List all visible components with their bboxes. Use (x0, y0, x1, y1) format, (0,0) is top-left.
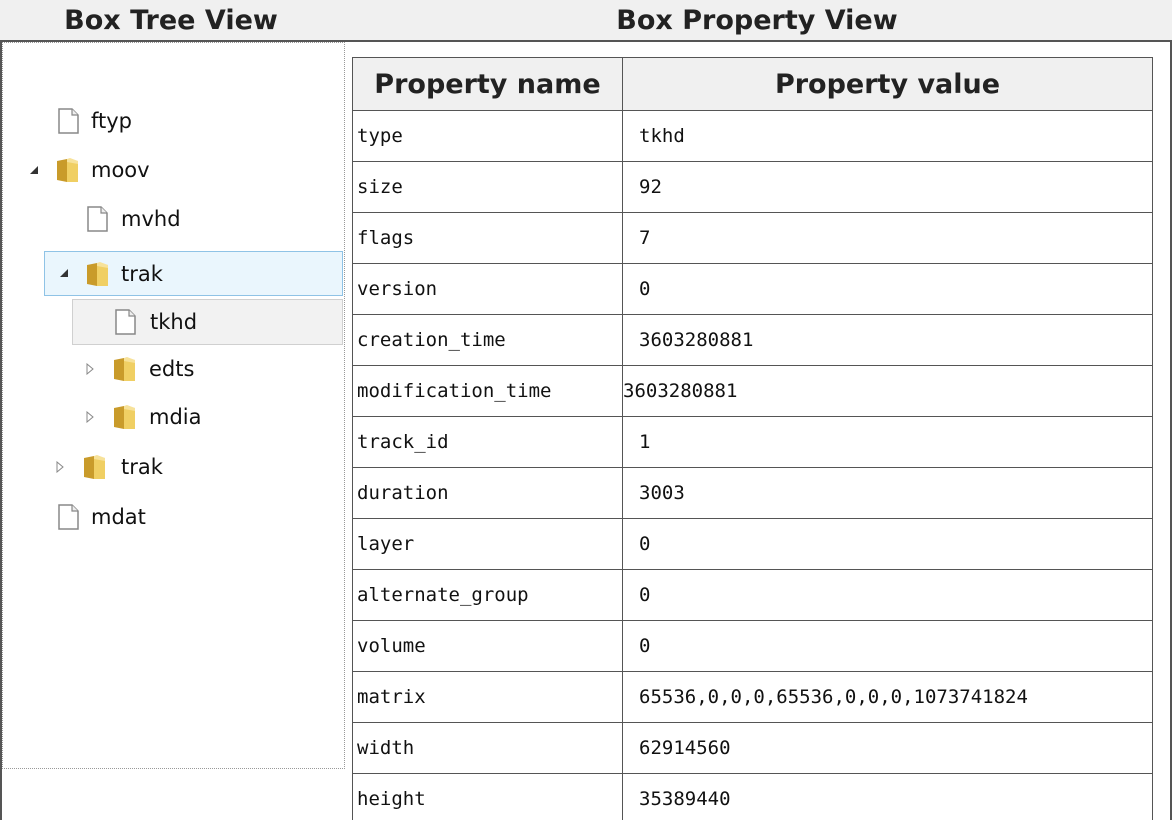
property-name-cell: layer (352, 518, 623, 570)
table-row[interactable]: size 92 (352, 161, 1153, 213)
collapsed-triangle-icon[interactable] (53, 460, 67, 474)
property-value-cell: 0 (622, 518, 1153, 570)
property-value-cell: tkhd (622, 110, 1153, 162)
table-row[interactable]: creation_time 3603280881 (352, 314, 1153, 366)
tree-item-label: trak (121, 261, 163, 286)
file-icon (54, 502, 82, 532)
tree-item-mdat[interactable]: mdat (3, 493, 343, 541)
tree-item-label: mvhd (121, 207, 181, 231)
table-row[interactable]: type tkhd (352, 110, 1153, 162)
box-property-view-title: Box Property View (616, 4, 898, 36)
expanded-triangle-icon[interactable] (27, 163, 41, 177)
property-value-cell: 65536,0,0,0,65536,0,0,0,1073741824 (622, 671, 1153, 723)
property-name-cell: size (352, 161, 623, 213)
property-value-cell: 3603280881 (622, 314, 1153, 366)
file-icon (54, 106, 82, 136)
property-name-cell: alternate_group (352, 569, 623, 621)
collapsed-triangle-icon[interactable] (83, 362, 97, 376)
property-name-cell: width (352, 722, 623, 774)
property-value-cell: 92 (622, 161, 1153, 213)
property-name-cell: creation_time (352, 314, 623, 366)
box-tree[interactable]: ftyp moov mvhd iods trak (2, 42, 345, 769)
property-value-cell: 35389440 (622, 773, 1153, 820)
file-icon (83, 204, 111, 234)
tree-item-mdia[interactable]: mdia (3, 393, 343, 441)
tree-item-label: mdat (91, 505, 146, 529)
expanded-triangle-icon[interactable] (57, 266, 71, 280)
box-property-view-header: Box Property View (342, 0, 1172, 40)
property-value-cell: 0 (622, 620, 1153, 672)
tree-item-label: tkhd (150, 310, 198, 334)
property-value-cell: 0 (622, 569, 1153, 621)
property-value-cell: 3003 (622, 467, 1153, 519)
property-name-cell: height (352, 773, 623, 820)
tree-item-edts[interactable]: edts (3, 345, 343, 393)
property-table-pane[interactable]: Property name Property value type tkhd si… (352, 57, 1170, 820)
tree-item-label: mdia (149, 405, 202, 429)
tree-item-label: ftyp (91, 109, 133, 133)
property-name-cell: flags (352, 212, 623, 264)
box-tree-view-header: Box Tree View (0, 0, 342, 40)
tree-item-moov[interactable]: moov (3, 146, 343, 194)
table-row[interactable]: track_id 1 (352, 416, 1153, 468)
property-name-cell: matrix (352, 671, 623, 723)
table-row[interactable]: alternate_group 0 (352, 569, 1153, 621)
table-row[interactable]: flags 7 (352, 212, 1153, 264)
table-header-row: Property name Property value (352, 57, 1153, 111)
folder-icon (111, 402, 139, 432)
tree-item-mvhd[interactable]: mvhd (3, 195, 343, 243)
folder-icon (111, 354, 139, 384)
folder-icon (84, 259, 112, 289)
folder-icon (81, 452, 109, 482)
property-name-cell: track_id (352, 416, 623, 468)
property-value-cell: 7 (622, 212, 1153, 264)
tree-item-label: edts (149, 357, 195, 381)
table-row[interactable]: width 62914560 (352, 722, 1153, 774)
tree-item-tkhd[interactable]: tkhd (72, 299, 343, 345)
property-name-cell: version (352, 263, 623, 315)
table-row[interactable]: duration 3003 (352, 467, 1153, 519)
folder-icon (54, 155, 82, 185)
property-name-cell: type (352, 110, 623, 162)
property-value-cell: 62914560 (622, 722, 1153, 774)
collapsed-triangle-icon[interactable] (83, 410, 97, 424)
column-header-property-name[interactable]: Property name (352, 57, 623, 111)
tree-item-label: moov (91, 158, 150, 182)
tree-item-ftyp[interactable]: ftyp (3, 97, 343, 145)
property-value-cell: 3603280881 (622, 365, 1153, 417)
table-row[interactable]: version 0 (352, 263, 1153, 315)
tree-item-trak-2[interactable]: trak (3, 443, 343, 491)
file-icon (111, 307, 139, 337)
table-row[interactable]: layer 0 (352, 518, 1153, 570)
table-row[interactable]: volume 0 (352, 620, 1153, 672)
property-value-cell: 0 (622, 263, 1153, 315)
property-name-cell: volume (352, 620, 623, 672)
box-tree-view-title: Box Tree View (64, 4, 278, 36)
property-name-cell: modification_time (352, 365, 623, 417)
property-table: Property name Property value type tkhd si… (352, 57, 1153, 820)
table-row[interactable]: modification_time 3603280881 (352, 365, 1153, 417)
table-row[interactable]: height 35389440 (352, 773, 1153, 820)
property-name-cell: duration (352, 467, 623, 519)
tree-item-label: trak (121, 455, 163, 479)
table-row[interactable]: matrix 65536,0,0,0,65536,0,0,0,1073741824 (352, 671, 1153, 723)
tree-item-trak-selected[interactable]: trak (44, 251, 343, 296)
property-value-cell: 1 (622, 416, 1153, 468)
column-header-property-value[interactable]: Property value (622, 57, 1153, 111)
